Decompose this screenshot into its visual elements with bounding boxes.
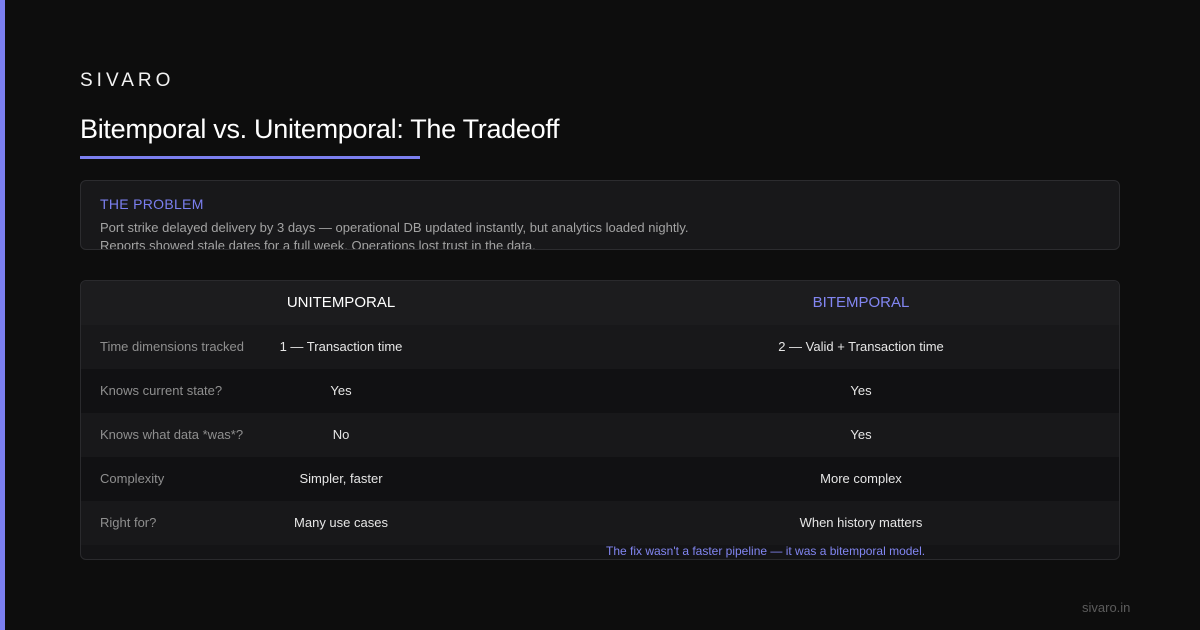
unitemporal-cell: No [332,427,350,442]
problem-heading: THE PROBLEM [100,196,204,212]
bitemporal-cell: When history matters [799,515,923,530]
table-row: Knows current state? Yes Yes [81,369,1119,413]
unitemporal-cell: Simpler, faster [299,471,383,486]
problem-callout: THE PROBLEM Port strike delayed delivery… [80,180,1120,250]
page-title: Bitemporal vs. Unitemporal: The Tradeoff [80,114,560,144]
unitemporal-cell: Many use cases [294,515,388,530]
footnote: The fix wasn't a faster pipeline — it wa… [606,544,926,558]
accent-bar [0,0,5,630]
bitemporal-cell: 2 — Valid + Transaction time [778,339,944,354]
problem-text-line: Port strike delayed delivery by 3 days —… [100,220,689,235]
header-unitemporal: UNITEMPORAL [286,294,396,311]
table-row: Time dimensions tracked 1 — Transaction … [81,325,1119,369]
table-row: Complexity Simpler, faster More complex [81,457,1119,501]
bitemporal-cell: Yes [850,427,872,442]
bitemporal-cell: Yes [850,383,872,398]
bitemporal-cell: More complex [820,471,902,486]
table-row: Knows what data *was*? No Yes [81,413,1119,457]
table-header: UNITEMPORAL BITEMPORAL [81,281,1119,325]
unitemporal-cell: 1 — Transaction time [279,339,403,354]
comparison-table: UNITEMPORAL BITEMPORAL Time dimensions t… [80,280,1120,560]
table-row: Right for? Many use cases When history m… [81,501,1119,545]
title-underline [80,156,420,159]
site-url: sivaro.in [1082,600,1131,615]
brand-logo: SIVARO [80,70,175,91]
problem-text-line: Reports showed stale dates for a full we… [100,238,536,250]
header-bitemporal: BITEMPORAL [812,294,910,311]
unitemporal-cell: Yes [330,383,352,398]
